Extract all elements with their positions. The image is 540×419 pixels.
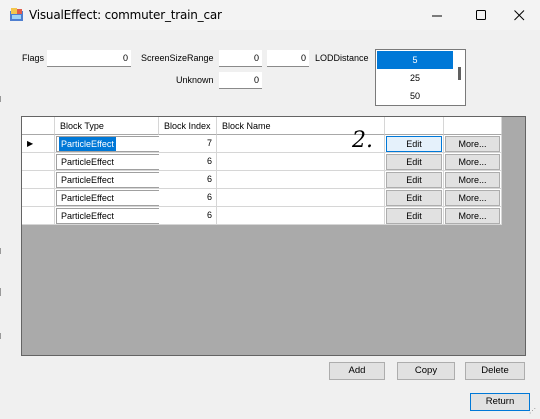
flags-label: Flags	[22, 53, 45, 63]
copy-button[interactable]: Copy	[397, 362, 455, 380]
edit-button[interactable]: Edit	[386, 208, 442, 224]
maximize-icon	[475, 9, 486, 20]
lod-distance-label: LODDistance	[315, 53, 369, 63]
more-cell: More...	[444, 135, 502, 153]
more-button[interactable]: More...	[445, 136, 500, 152]
column-header-block-index[interactable]: Block Index	[159, 117, 217, 135]
more-button[interactable]: More...	[445, 190, 500, 206]
column-header-edit	[385, 117, 444, 135]
more-button[interactable]: More...	[445, 172, 500, 188]
edit-cell: Edit	[385, 135, 444, 153]
more-cell: More...	[444, 153, 502, 171]
maximize-button[interactable]	[460, 0, 502, 30]
block-index-cell[interactable]: 7	[159, 135, 217, 153]
edit-cell: Edit	[385, 189, 444, 207]
unknown-label: Unknown	[176, 75, 214, 85]
block-name-cell[interactable]	[217, 207, 385, 225]
row-header[interactable]	[22, 189, 55, 207]
delete-button[interactable]: Delete	[465, 362, 525, 380]
row-header[interactable]	[22, 171, 55, 189]
edit-button[interactable]: Edit	[386, 172, 442, 188]
screen-size-range-max-field[interactable]: 0	[267, 50, 309, 67]
current-row-marker-icon: ▶	[27, 139, 34, 148]
table-row[interactable]: ParticleEffect ▼ 6 Edit More...	[22, 153, 502, 171]
close-button[interactable]	[498, 0, 540, 30]
minimize-icon	[431, 15, 442, 16]
block-index-cell[interactable]: 6	[159, 171, 217, 189]
lod-distance-item[interactable]: 25	[377, 69, 453, 87]
handwritten-annotation: 2.	[352, 128, 373, 153]
more-button[interactable]: More...	[445, 208, 500, 224]
table-row[interactable]: ParticleEffect ▼ 6 Edit More...	[22, 189, 502, 207]
table-row[interactable]: ▶ ParticleEffect ▼ 7 Edit More...	[22, 135, 502, 153]
edge-tick	[0, 248, 1, 254]
block-index-cell[interactable]: 6	[159, 189, 217, 207]
more-cell: More...	[444, 171, 502, 189]
lod-distance-item[interactable]: 50	[377, 87, 453, 105]
block-type-value: ParticleEffect	[61, 193, 114, 203]
edit-button[interactable]: Edit	[386, 190, 442, 206]
window-title: VisualEffect: commuter_train_car	[29, 8, 222, 22]
block-name-cell[interactable]	[217, 171, 385, 189]
block-name-cell[interactable]	[217, 189, 385, 207]
lod-distance-item[interactable]: 5	[377, 51, 453, 69]
screen-size-range-label: ScreenSizeRange	[141, 53, 214, 63]
edit-cell: Edit	[385, 153, 444, 171]
more-cell: More...	[444, 189, 502, 207]
edit-button[interactable]: Edit	[386, 154, 442, 170]
edge-tick	[0, 96, 1, 102]
row-header-corner	[22, 117, 55, 135]
edit-cell: Edit	[385, 171, 444, 189]
resize-grip-icon[interactable]: ⋰	[529, 408, 537, 416]
block-type-value: ParticleEffect	[61, 211, 114, 221]
table-row[interactable]: ParticleEffect ▼ 6 Edit More...	[22, 171, 502, 189]
block-index-cell[interactable]: 6	[159, 207, 217, 225]
screen-size-range-min-field[interactable]: 0	[219, 50, 262, 67]
edge-tick	[0, 333, 1, 339]
lod-distance-listbox[interactable]: 5 25 50	[375, 49, 466, 106]
block-name-cell[interactable]	[217, 153, 385, 171]
more-button[interactable]: More...	[445, 154, 500, 170]
table-row[interactable]: ParticleEffect ▼ 6 Edit More...	[22, 207, 502, 225]
visual-effect-app-icon	[10, 8, 23, 21]
edit-button[interactable]: Edit	[386, 136, 442, 152]
return-button[interactable]: Return	[470, 393, 530, 411]
row-header[interactable]: ▶	[22, 135, 55, 153]
block-type-value: ParticleEffect	[61, 157, 114, 167]
column-header-block-type[interactable]: Block Type	[55, 117, 159, 135]
flags-field[interactable]: 0	[47, 50, 131, 67]
row-header[interactable]	[22, 207, 55, 225]
row-header[interactable]	[22, 153, 55, 171]
edge-tick	[0, 288, 1, 296]
blocks-data-grid[interactable]: Block Type Block Index Block Name ▶ Part…	[21, 116, 526, 356]
block-index-cell[interactable]: 6	[159, 153, 217, 171]
unknown-field[interactable]: 0	[219, 72, 262, 89]
scrollbar-thumb[interactable]	[458, 67, 461, 80]
close-icon	[513, 9, 524, 20]
column-header-more	[444, 117, 502, 135]
block-type-value: ParticleEffect	[61, 175, 114, 185]
lod-distance-scrollbar[interactable]	[455, 51, 465, 105]
block-type-value: ParticleEffect	[59, 137, 116, 151]
edit-cell: Edit	[385, 207, 444, 225]
more-cell: More...	[444, 207, 502, 225]
minimize-button[interactable]	[416, 0, 458, 30]
add-button[interactable]: Add	[329, 362, 385, 380]
